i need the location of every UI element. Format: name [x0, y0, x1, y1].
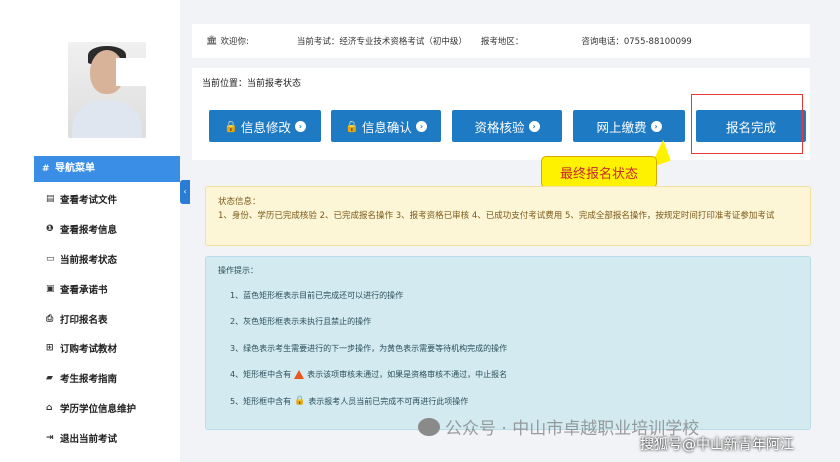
cart-icon: ⊞ — [46, 343, 54, 354]
wechat-icon — [418, 417, 440, 436]
avatar — [68, 42, 146, 138]
callout-final-status: 最终报名状态 — [541, 156, 657, 188]
region: 报考地区： — [480, 37, 524, 47]
arrow-right-icon: › — [650, 120, 662, 132]
hint-title: 操作提示： — [218, 266, 258, 275]
lock-icon: 🔒 — [345, 119, 359, 133]
nav-title: 导航菜单 — [55, 163, 96, 174]
welcome-text: 欢迎你: — [220, 37, 249, 47]
hint-item: 5、矩形框中含有 🔒 表示报考人员当前已完成不可再进行此项操作 — [230, 396, 469, 407]
topbar: 🏛 欢迎你: 当前考试：经济专业技术资格考试（初中级） 报考地区： 咨询电话：0… — [192, 24, 810, 58]
hint-item: 2、灰色矩形框表示未执行且禁止的操作 — [230, 317, 372, 327]
watermark-sohu: 搜狐号@中山新青年阿江 — [640, 437, 794, 453]
home-icon: # — [42, 164, 50, 174]
sidebar-item-label: 考生报考指南 — [60, 374, 118, 386]
breadcrumb: 当前位置：当前报考状态 — [202, 79, 302, 89]
chevron-left-icon: ‹ — [183, 187, 187, 196]
status-box: 状态信息： 1、身份、学历已完成核验 2、已完成报名操作 3、报考资格已审核 4… — [205, 186, 811, 246]
hint-box: 操作提示： 1、蓝色矩形框表示目前已完成还可以进行的操作 2、灰色矩形框表示未执… — [205, 256, 811, 430]
lock-icon: 🔒 — [224, 119, 238, 133]
sidebar-item-label: 退出当前考试 — [60, 434, 118, 446]
book-icon: ▰ — [46, 373, 53, 384]
step-payment-button[interactable]: 网上缴费 › — [573, 110, 685, 142]
hint-item: 1、蓝色矩形框表示目前已完成还可以进行的操作 — [230, 290, 404, 300]
phone: 咨询电话：0755-88100099 — [581, 37, 692, 47]
nav-list: ▤ 查看考试文件 ❶ 查看报考信息 ▭ 当前报考状态 ▣ 查看承诺书 ⎙ 打印报名表 ⊞ 订… — [34, 184, 180, 453]
highlight-box — [691, 94, 803, 154]
sidebar-item-exam-info[interactable]: ❶ 查看报考信息 — [34, 214, 180, 244]
sidebar-item-label: 查看承诺书 — [60, 284, 108, 296]
hint-item: 3、绿色表示考生需要进行的下一步操作，为黄色表示需要等待机构完成的操作 — [230, 343, 508, 353]
info-icon: ❶ — [46, 223, 54, 234]
bank-icon: 🏛 — [206, 36, 218, 46]
card-icon: ▣ — [46, 283, 55, 294]
step-qualification-button[interactable]: 资格核验 › — [452, 110, 562, 142]
sidebar-item-exam-files[interactable]: ▤ 查看考试文件 — [34, 184, 180, 214]
step-info-confirm-button[interactable]: 🔒 信息确认 › — [331, 110, 441, 142]
nav-header: # 导航菜单 — [34, 156, 180, 182]
sidebar-item-commitment[interactable]: ▣ 查看承诺书 — [34, 274, 180, 304]
sidebar: # 导航菜单 ▤ 查看考试文件 ❶ 查看报考信息 ▭ 当前报考状态 ▣ 查看承诺书 ⎙ 打… — [0, 0, 180, 462]
sidebar-item-label: 查看考试文件 — [60, 194, 118, 206]
sidebar-item-status[interactable]: ▭ 当前报考状态 — [34, 244, 180, 274]
step-label: 信息确认 — [361, 119, 412, 135]
monitor-icon: ▭ — [46, 253, 55, 264]
collapse-sidebar-button[interactable]: ‹ — [180, 180, 190, 204]
step-info-edit-button[interactable]: 🔒 信息修改 › — [209, 110, 321, 142]
status-text: 1、身份、学历已完成核验 2、已完成报名操作 3、报考资格已审核 4、已成功支付… — [218, 211, 775, 221]
graduation-icon: ⌂ — [46, 403, 53, 414]
sidebar-item-label: 打印报名表 — [60, 314, 108, 326]
current-exam: 当前考试：经济专业技术资格考试（初中级） — [296, 37, 467, 47]
status-title: 状态信息： — [218, 197, 261, 207]
arrow-right-icon: › — [294, 120, 306, 132]
sidebar-item-logout[interactable]: ⇥ 退出当前考试 — [34, 423, 180, 453]
sidebar-item-label: 查看报考信息 — [60, 224, 118, 236]
step-label: 资格核验 — [474, 119, 525, 135]
arrow-right-icon: › — [528, 120, 540, 132]
hint-item: 4、矩形框中含有 表示该项审核未通过，如果是资格审核不通过，中止报名 — [230, 370, 508, 380]
step-label: 信息修改 — [240, 119, 291, 135]
sidebar-item-label: 学历学位信息维护 — [60, 404, 137, 416]
arrow-right-icon: › — [415, 120, 427, 132]
sidebar-item-label: 订购考试教材 — [60, 344, 118, 356]
lock-icon: 🔒 — [294, 396, 306, 407]
sidebar-item-textbook[interactable]: ⊞ 订购考试教材 — [34, 333, 180, 363]
sidebar-item-print[interactable]: ⎙ 打印报名表 — [34, 304, 180, 334]
sidebar-item-degree[interactable]: ⌂ 学历学位信息维护 — [34, 393, 180, 423]
logout-icon: ⇥ — [46, 433, 54, 444]
sidebar-item-guide[interactable]: ▰ 考生报考指南 — [34, 363, 180, 393]
file-icon: ▤ — [46, 193, 55, 204]
step-label: 网上缴费 — [596, 119, 647, 135]
sidebar-item-label: 当前报考状态 — [60, 254, 118, 266]
warning-icon — [294, 370, 305, 380]
print-icon: ⎙ — [46, 313, 54, 324]
